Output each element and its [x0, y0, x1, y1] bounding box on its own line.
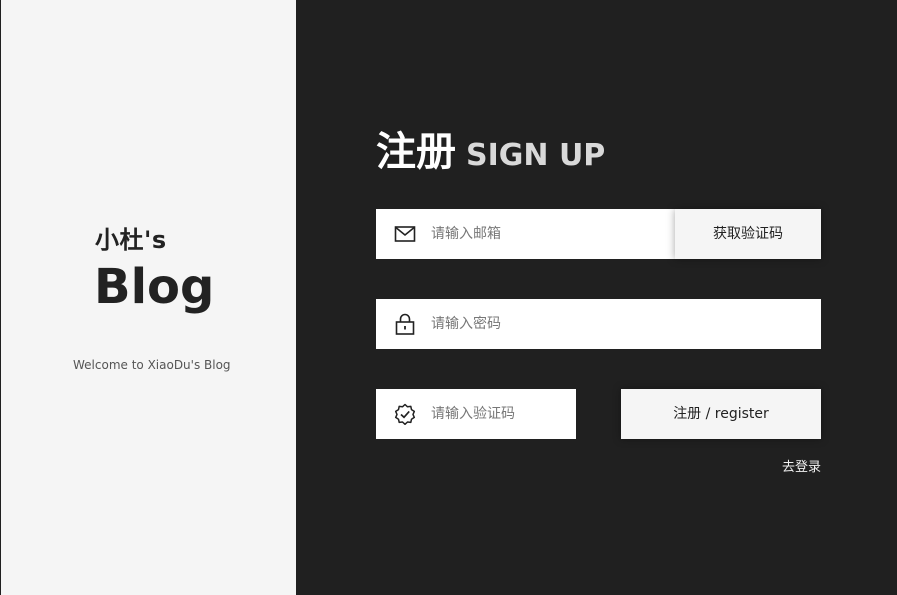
form-title-en: SIGN UP: [466, 138, 606, 173]
verification-code-field: [376, 389, 576, 439]
brand-name-big: Blog: [94, 259, 215, 315]
brand-panel: 小杜's Blog Welcome to XiaoDu's Blog: [0, 0, 296, 595]
verification-code-input[interactable]: [431, 389, 571, 439]
goto-login-link[interactable]: 去登录: [760, 456, 821, 475]
password-input[interactable]: [431, 299, 791, 349]
get-code-button[interactable]: 获取验证码: [675, 209, 821, 259]
email-input[interactable]: [431, 209, 671, 259]
form-title: 注册 SIGN UP: [376, 126, 605, 186]
brand-name-small: 小杜's: [95, 226, 167, 254]
verified-badge-icon: [394, 403, 416, 426]
welcome-text: Welcome to XiaoDu's Blog: [73, 358, 231, 372]
signup-page: 小杜's Blog Welcome to XiaoDu's Blog 注册 SIG…: [0, 0, 897, 595]
mail-icon: [394, 223, 416, 245]
lock-icon: [394, 313, 416, 335]
register-button[interactable]: 注册 / register: [621, 389, 821, 439]
password-field: [376, 299, 821, 349]
form-title-cn: 注册: [376, 129, 456, 175]
